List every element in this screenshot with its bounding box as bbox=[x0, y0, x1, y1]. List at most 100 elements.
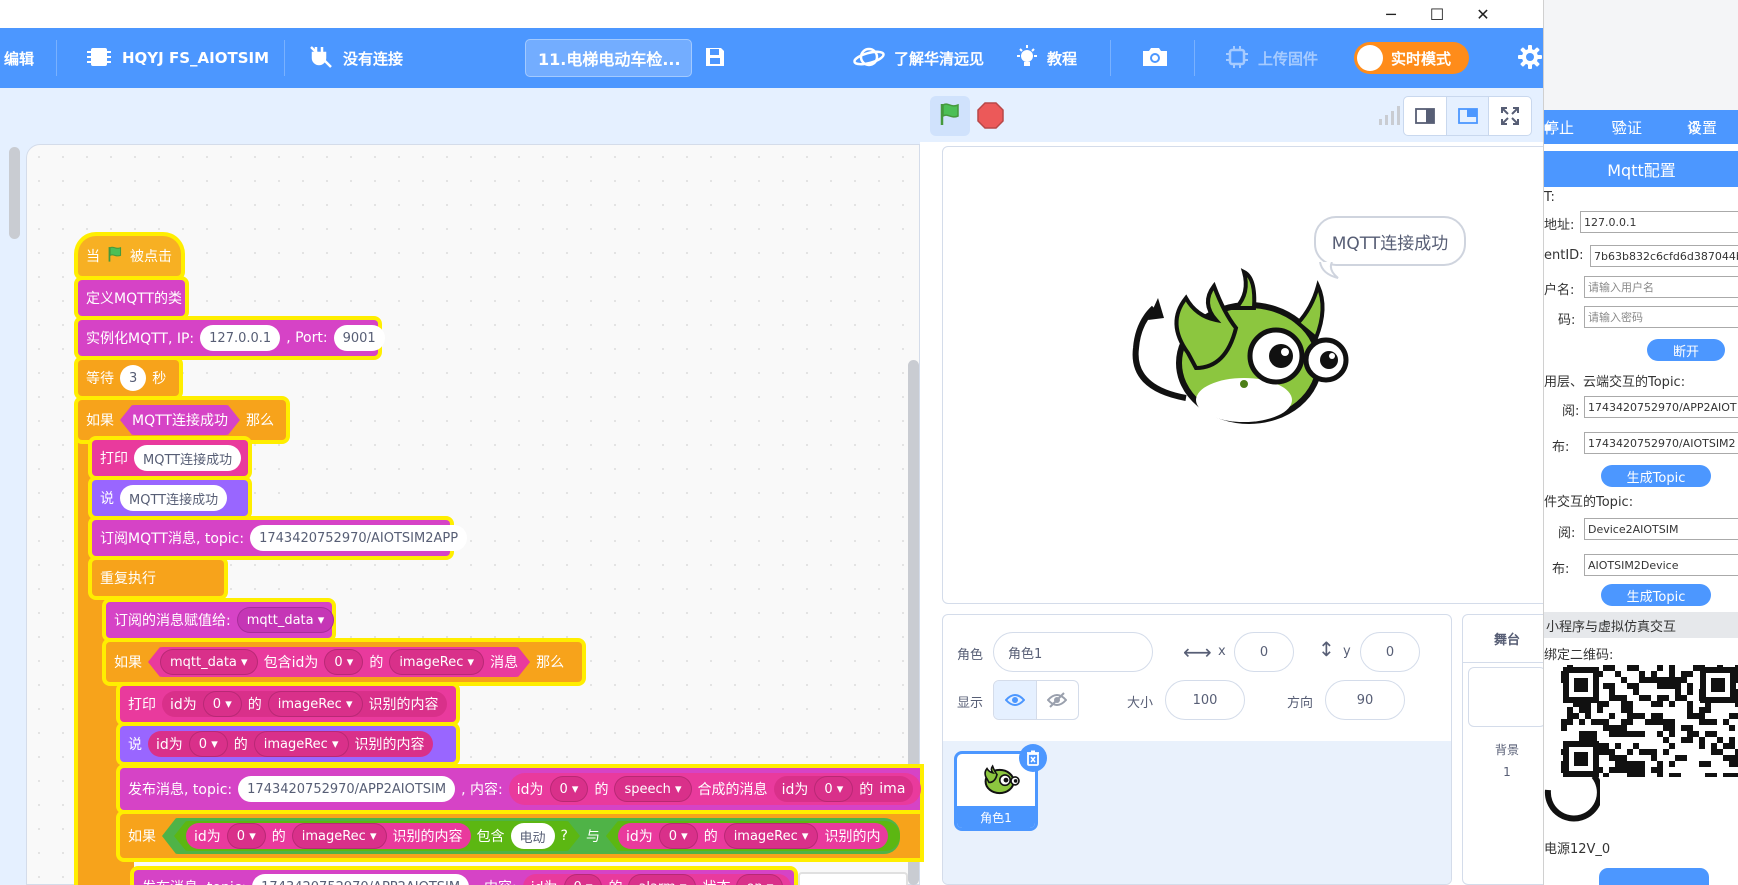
username-input[interactable]: 请输入用户名 bbox=[1584, 276, 1738, 298]
id-dropdown[interactable]: 0 ▾ bbox=[658, 823, 698, 849]
imagerec-dropdown[interactable]: imageRec ▾ bbox=[267, 691, 363, 717]
edit-menu[interactable]: 编辑 bbox=[4, 28, 34, 88]
nested-reporter[interactable]: id为 0 ▾ 的 ima bbox=[773, 776, 914, 802]
camera-button[interactable] bbox=[1140, 28, 1170, 88]
recognized-content-reporter[interactable]: id为 0 ▾ 的 imageRec ▾ 识别的内容 bbox=[148, 731, 433, 757]
bottom-action-button[interactable] bbox=[1599, 868, 1709, 885]
stage-target-panel[interactable]: 舞台 背景 1 bbox=[1462, 614, 1552, 885]
print-block[interactable]: 打印 MQTT连接成功 bbox=[92, 440, 248, 476]
subscribe-mqtt-block[interactable]: 订阅MQTT消息, topic: 1743420752970/AIOTSIM2A… bbox=[92, 520, 468, 556]
subscribe-topic-input[interactable]: 1743420752970/APP2AIOT bbox=[1584, 396, 1738, 418]
if-mqtt-connected-block[interactable]: 如果 MQTT连接成功 那么 bbox=[78, 400, 286, 440]
imagerec-dropdown[interactable]: imageRec ▾ bbox=[723, 823, 819, 849]
show-sprite-button[interactable] bbox=[994, 681, 1037, 719]
imagerec-dropdown[interactable]: imageRec ▾ bbox=[292, 823, 387, 849]
generate-topic-button-2[interactable]: 生成Topic bbox=[1601, 584, 1711, 606]
y-input[interactable]: 0 bbox=[1360, 632, 1420, 672]
say-block[interactable]: 说 MQTT连接成功 bbox=[92, 480, 248, 516]
and-condition[interactable]: id为 0 ▾ 的 imageRec ▾ 识别的内容 包含 电动 ? 与 id为… bbox=[162, 818, 901, 854]
device-subscribe-input[interactable]: Device2AIOTSIM bbox=[1584, 518, 1738, 540]
imagerec-dropdown[interactable]: imageRec ▾ bbox=[389, 649, 484, 675]
subscribe-topic-input[interactable]: 1743420752970/AIOTSIM2APP bbox=[250, 525, 468, 551]
on-dropdown[interactable]: on ▾ bbox=[736, 874, 784, 885]
settings-button[interactable] bbox=[1517, 28, 1543, 88]
speech-content-reporter[interactable]: id为 0 ▾ 的 speech ▾ 合成的消息 id为 0 ▾ 的 ima bbox=[508, 773, 922, 805]
mqtt-connected-condition[interactable]: MQTT连接成功 bbox=[120, 405, 240, 435]
define-mqtt-block[interactable]: 定义MQTT的类 bbox=[78, 280, 185, 316]
backdrop-thumbnail[interactable] bbox=[1468, 667, 1546, 727]
id-dropdown[interactable]: 0 ▾ bbox=[549, 776, 589, 802]
id-dropdown[interactable]: 0 ▾ bbox=[227, 823, 266, 849]
id-dropdown[interactable]: 0 ▾ bbox=[814, 776, 854, 802]
id-dropdown[interactable]: 0 ▾ bbox=[324, 649, 363, 675]
assign-message-block[interactable]: 订阅的消息赋值给: mqtt_data ▾ bbox=[106, 602, 335, 638]
direction-input[interactable]: 90 bbox=[1325, 680, 1405, 720]
password-input[interactable]: 请输入密码 bbox=[1584, 306, 1738, 328]
mqtt-data-dropdown[interactable]: mqtt_data ▾ bbox=[160, 649, 258, 675]
tutorial-link[interactable]: 教程 bbox=[1015, 28, 1077, 88]
small-stage-button[interactable] bbox=[1404, 97, 1447, 135]
connection-menu[interactable]: 没有连接 bbox=[307, 28, 403, 88]
recognized-content-reporter[interactable]: id为 0 ▾ 的 imageRec ▾ 识别的内 bbox=[617, 823, 889, 849]
clientid-input[interactable]: 7b63b832c6cfd6d387044b bbox=[1590, 245, 1738, 267]
hide-sprite-button[interactable] bbox=[1037, 681, 1079, 719]
id-dropdown[interactable]: 0 ▾ bbox=[188, 731, 228, 757]
maximize-button[interactable]: ☐ bbox=[1414, 0, 1460, 28]
disconnect-button[interactable]: 断开 bbox=[1647, 339, 1725, 361]
publish-topic-input[interactable]: 1743420752970/APP2AIOTSIM bbox=[238, 776, 456, 802]
device-menu[interactable]: HQYJ FS_AIOTSIM bbox=[84, 28, 269, 88]
instantiate-mqtt-block[interactable]: 实例化MQTT, IP: 127.0.0.1 , Port: 9001 bbox=[78, 320, 385, 356]
upload-firmware-button[interactable]: 上传固件 bbox=[1224, 28, 1318, 88]
generate-topic-button[interactable]: 生成Topic bbox=[1601, 465, 1711, 487]
comment-box[interactable] bbox=[798, 872, 908, 885]
print-value-input[interactable]: MQTT连接成功 bbox=[134, 445, 242, 471]
x-input[interactable]: 0 bbox=[1234, 632, 1294, 672]
forever-block[interactable]: 重复执行 bbox=[92, 560, 224, 596]
size-input[interactable]: 100 bbox=[1165, 680, 1245, 720]
when-flag-clicked-block[interactable]: 当 被点击 bbox=[78, 236, 181, 276]
fullscreen-button[interactable] bbox=[1489, 97, 1531, 135]
alarm-content-reporter[interactable]: id为 0 ▾ 的 alarm ▾ 状态 on ▾ bbox=[522, 874, 792, 885]
assign-variable-dropdown[interactable]: mqtt_data ▾ bbox=[236, 607, 335, 633]
wait-block[interactable]: 等待 3 秒 bbox=[78, 360, 179, 396]
publish2-topic-input[interactable]: 1743420752970/APP2AIOTSIM bbox=[252, 874, 470, 885]
contains-id-condition[interactable]: mqtt_data ▾ 包含id为 0 ▾ 的 imageRec ▾ 消息 bbox=[148, 647, 530, 677]
print-recognized-block[interactable]: 打印 id为 0 ▾ 的 imageRec ▾ 识别的内容 bbox=[120, 686, 456, 722]
say-value-input[interactable]: MQTT连接成功 bbox=[120, 485, 228, 511]
save-button[interactable] bbox=[703, 28, 727, 88]
publish-alarm-block[interactable]: 发布消息, topic: 1743420752970/APP2AIOTSIM ,… bbox=[134, 870, 794, 885]
if-contains-id-block[interactable]: 如果 mqtt_data ▾ 包含id为 0 ▾ 的 imageRec ▾ 消息… bbox=[106, 642, 582, 682]
id-dropdown[interactable]: 0 ▾ bbox=[563, 874, 603, 885]
close-button[interactable]: ✕ bbox=[1460, 0, 1506, 28]
port-label: , Port: bbox=[286, 330, 328, 346]
green-flag-button[interactable] bbox=[930, 96, 970, 136]
workspace-scrollbar-left[interactable] bbox=[9, 147, 20, 239]
address-input[interactable]: 127.0.0.1 bbox=[1580, 211, 1738, 233]
recognized-content-reporter[interactable]: id为 0 ▾ 的 imageRec ▾ 识别的内容 bbox=[162, 691, 447, 717]
learn-link[interactable]: 了解华清远见 bbox=[852, 28, 984, 88]
stop-button[interactable] bbox=[977, 102, 1004, 129]
speech-dropdown[interactable]: speech ▾ bbox=[614, 776, 692, 802]
normal-stage-button[interactable] bbox=[1446, 97, 1490, 135]
device-publish-input[interactable]: AIOTSIM2Device bbox=[1584, 554, 1738, 576]
recognized-content-reporter[interactable]: id为 0 ▾ 的 imageRec ▾ 识别的内容 bbox=[186, 823, 471, 849]
alarm-dropdown[interactable]: alarm ▾ bbox=[628, 874, 697, 885]
realtime-mode-toggle[interactable]: 实时模式 bbox=[1354, 42, 1469, 74]
ip-input[interactable]: 127.0.0.1 bbox=[200, 325, 281, 351]
delete-sprite-button[interactable] bbox=[1019, 744, 1047, 772]
minimize-button[interactable]: ─ bbox=[1368, 0, 1414, 28]
sprite-name-input[interactable]: 角色1 bbox=[993, 632, 1153, 672]
contains-electric-condition[interactable]: id为 0 ▾ 的 imageRec ▾ 识别的内容 包含 电动 ? bbox=[174, 821, 580, 851]
imagerec-dropdown[interactable]: imageRec ▾ bbox=[253, 731, 349, 757]
port-input[interactable]: 9001 bbox=[333, 325, 385, 351]
dragon-sprite[interactable] bbox=[1126, 268, 1356, 433]
project-title-field[interactable]: 11.电梯电动车检... bbox=[525, 39, 692, 77]
id-dropdown[interactable]: 0 ▾ bbox=[202, 691, 242, 717]
publish-topic-input[interactable]: 1743420752970/AIOTSIM2 bbox=[1584, 432, 1738, 454]
say-recognized-block[interactable]: 说 id为 0 ▾ 的 imageRec ▾ 识别的内容 bbox=[120, 726, 456, 762]
if-electric-block[interactable]: 如果 id为 0 ▾ 的 imageRec ▾ 识别的内容 包含 电动 ? 与 bbox=[120, 814, 920, 858]
wait-seconds-input[interactable]: 3 bbox=[120, 365, 147, 391]
publish-speech-block[interactable]: 发布消息, topic: 1743420752970/APP2AIOTSIM ,… bbox=[120, 768, 922, 810]
second-condition[interactable]: id为 0 ▾ 的 imageRec ▾ 识别的内 bbox=[605, 821, 901, 851]
electric-input[interactable]: 电动 bbox=[511, 823, 555, 849]
